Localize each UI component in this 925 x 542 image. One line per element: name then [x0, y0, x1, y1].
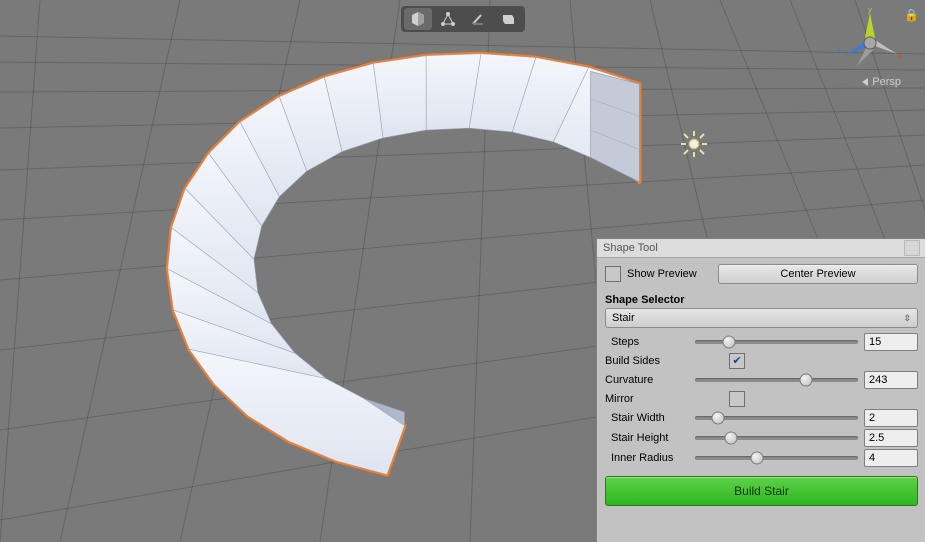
stair-height-value[interactable]: 2.5 — [864, 429, 918, 447]
shape-selector-heading: Shape Selector — [597, 290, 925, 308]
orientation-gizmo[interactable]: y z x — [835, 8, 905, 78]
svg-text:z: z — [837, 45, 841, 54]
stair-width-slider[interactable] — [695, 410, 858, 426]
scene-view[interactable]: y z x 🔒 Persp Shape Tool Show Preview Ce… — [0, 0, 925, 542]
light-gizmo-icon[interactable] — [680, 130, 708, 158]
steps-slider[interactable] — [695, 334, 858, 350]
inner-radius-slider[interactable] — [695, 450, 858, 466]
curved-stair-mesh[interactable] — [95, 40, 675, 500]
lock-icon[interactable]: 🔒 — [904, 8, 919, 22]
curvature-value[interactable]: 243 — [864, 371, 918, 389]
build-sides-label: Build Sides — [605, 355, 689, 367]
edge-mode-button[interactable] — [464, 8, 492, 30]
persp-text: Persp — [872, 76, 901, 88]
curvature-label: Curvature — [605, 374, 689, 386]
object-mode-button[interactable] — [404, 8, 432, 30]
panel-titlebar[interactable]: Shape Tool — [597, 239, 925, 258]
shape-tool-panel: Shape Tool Show Preview Center Preview S… — [596, 238, 925, 542]
dropdown-arrows-icon: ⇳ — [903, 313, 911, 324]
build-sides-checkbox[interactable] — [729, 353, 745, 369]
shape-dropdown[interactable]: Stair ⇳ — [605, 308, 918, 328]
edit-mode-toolbar — [401, 6, 525, 32]
mirror-checkbox[interactable] — [729, 391, 745, 407]
face-mode-button[interactable] — [494, 8, 522, 30]
stair-height-slider[interactable] — [695, 430, 858, 446]
steps-label: Steps — [605, 336, 689, 348]
center-preview-button[interactable]: Center Preview — [718, 264, 918, 284]
stair-width-value[interactable]: 2 — [864, 409, 918, 427]
curvature-slider[interactable] — [695, 372, 858, 388]
chevron-left-icon — [862, 78, 868, 86]
mirror-label: Mirror — [605, 393, 689, 405]
view-mode-label[interactable]: Persp — [862, 76, 901, 88]
shape-dropdown-value: Stair — [612, 312, 635, 324]
stair-width-row: Stair Width 2 — [597, 408, 925, 428]
inner-radius-value[interactable]: 4 — [864, 449, 918, 467]
vertex-mode-button[interactable] — [434, 8, 462, 30]
stair-height-row: Stair Height 2.5 — [597, 428, 925, 448]
inner-radius-row: Inner Radius 4 — [597, 448, 925, 468]
svg-text:x: x — [898, 51, 902, 60]
svg-text:y: y — [868, 8, 872, 14]
panel-options-icon[interactable] — [904, 240, 920, 256]
build-sides-row: Build Sides — [597, 352, 925, 370]
steps-value[interactable]: 15 — [864, 333, 918, 351]
mirror-row: Mirror — [597, 390, 925, 408]
stair-height-label: Stair Height — [605, 432, 689, 444]
steps-row: Steps 15 — [597, 332, 925, 352]
inner-radius-label: Inner Radius — [605, 452, 689, 464]
panel-title: Shape Tool — [603, 242, 658, 254]
curvature-row: Curvature 243 — [597, 370, 925, 390]
show-preview-checkbox[interactable] — [605, 266, 621, 282]
show-preview-label: Show Preview — [627, 268, 712, 280]
stair-width-label: Stair Width — [605, 412, 689, 424]
build-stair-button[interactable]: Build Stair — [605, 476, 918, 506]
